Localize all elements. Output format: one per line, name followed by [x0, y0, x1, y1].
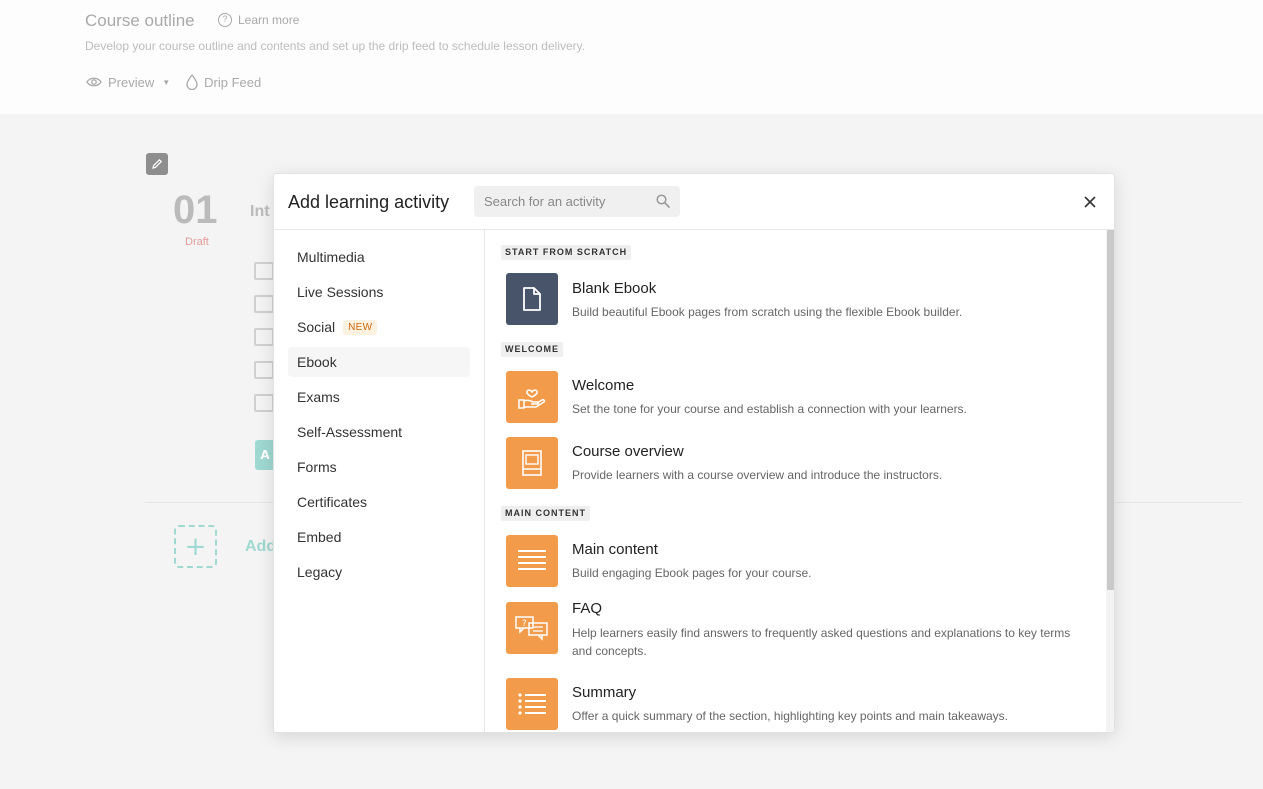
category-label: Live Sessions: [297, 284, 384, 300]
category-legacy[interactable]: Legacy: [288, 557, 470, 587]
activity-description: Offer a quick summary of the section, hi…: [572, 709, 1009, 723]
category-label: Exams: [297, 389, 340, 405]
chevron-down-icon: ▼: [162, 77, 171, 87]
activity-faq[interactable]: ? FAQ Help learners easily find answers …: [506, 600, 1086, 658]
activity-title: FAQ: [572, 600, 603, 617]
activity-blank-ebook[interactable]: Blank Ebook Build beautiful Ebook pages …: [506, 273, 1086, 325]
preview-button[interactable]: Preview ▼: [86, 75, 170, 90]
svg-text:?: ?: [522, 619, 527, 629]
activity-title: Welcome: [572, 377, 635, 394]
modal-title: Add learning activity: [288, 192, 450, 212]
lines-icon: [506, 535, 558, 587]
category-sidebar: Multimedia Live Sessions Social NEW Eboo…: [274, 230, 485, 732]
activity-description: Set the tone for your course and establi…: [572, 402, 967, 416]
preview-label: Preview: [108, 74, 155, 90]
category-live-sessions[interactable]: Live Sessions: [288, 277, 470, 307]
section-label-main-content: MAIN CONTENT: [501, 506, 590, 521]
activity-description: Build beautiful Ebook pages from scratch…: [572, 305, 963, 319]
activity-title: Course overview: [572, 443, 684, 460]
new-badge: NEW: [343, 319, 378, 335]
category-forms[interactable]: Forms: [288, 452, 470, 482]
book-icon: [506, 437, 558, 489]
image-icon: [254, 361, 274, 379]
section-label-scratch: START FROM SCRATCH: [501, 245, 632, 260]
image-icon: [254, 328, 274, 346]
help-icon: ?: [218, 13, 232, 27]
category-exams[interactable]: Exams: [288, 382, 470, 412]
activity-list: START FROM SCRATCH Blank Ebook Build bea…: [486, 230, 1114, 732]
page: Course outline ? Learn more Develop your…: [0, 0, 1263, 789]
search-icon: [656, 194, 670, 208]
category-label: Multimedia: [297, 249, 365, 265]
category-embed[interactable]: Embed: [288, 522, 470, 552]
learn-more-label: Learn more: [238, 13, 300, 27]
activity-course-overview[interactable]: Course overview Provide learners with a …: [506, 437, 1086, 489]
drop-icon: [186, 74, 198, 90]
category-label: Legacy: [297, 564, 343, 580]
learn-more-link[interactable]: ? Learn more: [218, 13, 299, 27]
activity-title: Summary: [572, 684, 637, 701]
close-icon: [1084, 196, 1096, 208]
activity-description: Build engaging Ebook pages for your cour…: [572, 566, 812, 580]
scrollbar-thumb[interactable]: [1107, 230, 1114, 590]
drip-feed-button[interactable]: Drip Feed: [186, 74, 261, 90]
category-label: Forms: [297, 459, 337, 475]
book-icon: [254, 295, 274, 313]
lesson-activity-icons: [254, 262, 274, 427]
edit-section-button[interactable]: [146, 153, 168, 175]
activity-summary[interactable]: Summary Offer a quick summary of the sec…: [506, 678, 1086, 730]
page-title: Course outline: [85, 11, 195, 30]
file-icon: [506, 273, 558, 325]
category-multimedia[interactable]: Multimedia: [288, 242, 470, 272]
activity-title: Blank Ebook: [572, 280, 657, 297]
category-label: Certificates: [297, 494, 368, 510]
list-icon: [506, 678, 558, 730]
close-button[interactable]: [1079, 191, 1101, 213]
header-actions: Preview ▼ Drip Feed: [86, 74, 277, 90]
category-label: Ebook: [297, 354, 337, 370]
activity-search-input[interactable]: [474, 186, 680, 217]
lesson-title: Int: [250, 203, 270, 220]
heart-hand-icon: [506, 371, 558, 423]
drip-feed-label: Drip Feed: [204, 74, 262, 90]
activity-main-content[interactable]: Main content Build engaging Ebook pages …: [506, 535, 1086, 587]
input-icon: [254, 394, 274, 412]
lesson-number: 01: [173, 188, 218, 232]
activity-description: Help learners easily find answers to fre…: [572, 626, 1071, 658]
add-section-button[interactable]: +: [174, 525, 217, 568]
category-social[interactable]: Social NEW: [288, 312, 470, 342]
pencil-icon: [152, 158, 163, 169]
category-ebook[interactable]: Ebook: [288, 347, 470, 377]
activity-welcome[interactable]: Welcome Set the tone for your course and…: [506, 371, 1086, 423]
category-label: Embed: [297, 529, 342, 545]
category-label: Social: [297, 319, 336, 335]
activity-description: Provide learners with a course overview …: [572, 468, 943, 482]
modal-header: Add learning activity: [274, 174, 1114, 230]
category-certificates[interactable]: Certificates: [288, 487, 470, 517]
category-label: Self-Assessment: [297, 424, 403, 440]
add-activity-modal: Add learning activity Multimedia Live Se…: [273, 173, 1115, 733]
category-self-assessment[interactable]: Self-Assessment: [288, 417, 470, 447]
lesson-status: Draft: [185, 236, 209, 248]
video-icon: [254, 262, 274, 280]
section-label-welcome: WELCOME: [501, 342, 563, 357]
page-header: Course outline ? Learn more Develop your…: [0, 0, 1263, 114]
page-subtitle: Develop your course outline and contents…: [85, 39, 586, 53]
activity-title: Main content: [572, 541, 658, 558]
chat-bubbles-icon: ?: [506, 602, 558, 654]
eye-icon: [86, 77, 102, 87]
plus-icon: +: [184, 531, 207, 562]
add-section-label[interactable]: Add: [245, 538, 276, 556]
add-activity-button[interactable]: A: [255, 440, 275, 470]
